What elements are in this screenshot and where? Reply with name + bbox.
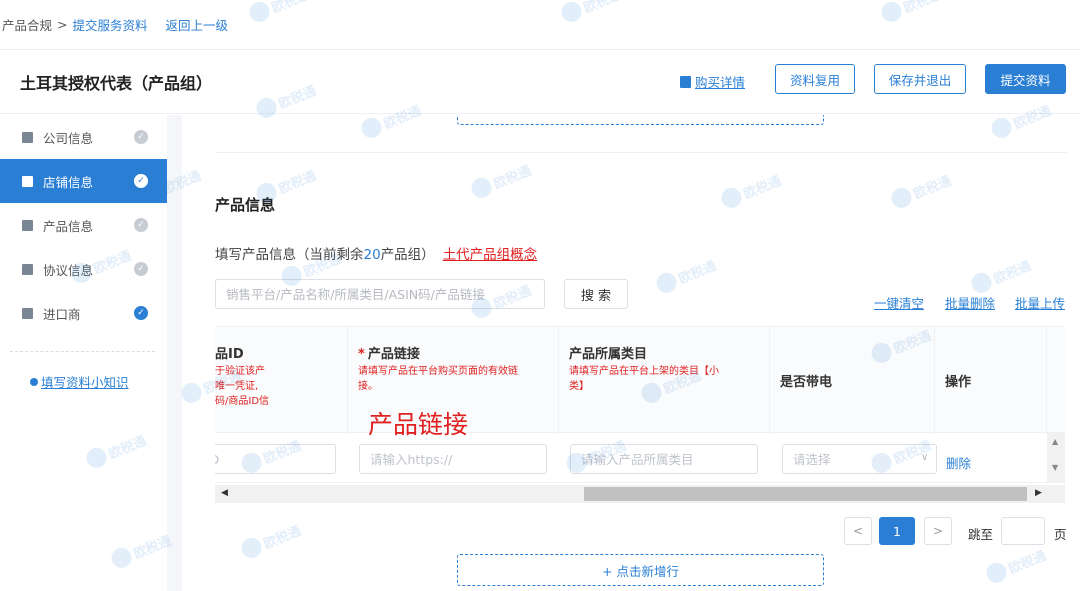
batch-delete-link[interactable]: 批量删除 — [945, 293, 995, 312]
column-hint: 于验证该产 唯一凭证, 码/商品ID信 — [215, 366, 270, 407]
column-title: 是否带电 — [780, 375, 833, 390]
column-title: 品ID — [215, 347, 244, 362]
receipt-icon — [680, 75, 691, 88]
column-hint: 请填写产品在平台购买页面的有效链 接。 — [358, 366, 518, 392]
column-title: 产品所属类目 — [569, 347, 648, 362]
table-row: ∨ 删除 — [215, 433, 1065, 483]
sidebar-item-label: 产品信息 — [43, 218, 94, 234]
column-header-electric: 是否带电 — [770, 327, 935, 434]
sidebar-item-agreement[interactable]: 协议信息 ✓ — [0, 247, 167, 291]
column-header-id: 品ID 于验证该产 唯一凭证, 码/商品ID信 — [215, 327, 348, 434]
search-input[interactable] — [215, 279, 545, 309]
add-row-button-above[interactable] — [457, 115, 824, 125]
breadcrumb: 产品合规 > 提交服务资料 返回上一级 — [0, 0, 1080, 50]
page-unit-label: 页 — [1054, 527, 1067, 542]
sidebar-item-company[interactable]: 公司信息 ✓ — [0, 115, 167, 159]
scrollbar-thumb[interactable] — [584, 487, 1027, 501]
product-group-concept-link[interactable]: 土代产品组概念 — [443, 247, 538, 263]
jump-label: 跳至 — [968, 527, 994, 542]
product-id-input[interactable] — [215, 444, 336, 474]
breadcrumb-home[interactable]: 产品合规 — [2, 15, 52, 34]
section-title: 产品信息 — [215, 196, 276, 214]
check-icon: ✓ — [134, 218, 148, 232]
scroll-down-icon[interactable]: ▼ — [1052, 463, 1058, 472]
document-icon — [22, 263, 33, 275]
sidebar-item-importer[interactable]: 进口商 ✓ — [0, 291, 167, 335]
batch-upload-link[interactable]: 批量上传 — [1015, 293, 1065, 312]
box-icon — [22, 219, 33, 231]
desc-prefix: 填写产品信息（当前剩余 — [215, 247, 364, 263]
sidebar: 公司信息 ✓ 店铺信息 ✓ 产品信息 ✓ 协议信息 ✓ 进口商 ✓ 填写资料小知… — [0, 115, 167, 591]
sidebar-divider — [10, 351, 155, 352]
clear-all-link[interactable]: 一键清空 — [874, 293, 924, 312]
sidebar-scroll-track[interactable] — [167, 115, 182, 591]
submit-button[interactable]: 提交资料 — [985, 64, 1066, 94]
breadcrumb-separator: > — [57, 17, 68, 32]
check-icon: ✓ — [134, 130, 148, 144]
shop-icon — [22, 175, 33, 187]
scroll-left-icon[interactable]: ◀ — [221, 488, 228, 498]
sidebar-item-label: 店铺信息 — [43, 174, 94, 190]
desc-suffix: 产品组） — [380, 247, 435, 263]
back-link[interactable]: 返回上一级 — [166, 15, 229, 34]
next-page-button[interactable]: > — [924, 517, 952, 545]
scroll-up-icon[interactable]: ▲ — [1052, 437, 1058, 446]
check-icon: ✓ — [134, 262, 148, 276]
section-divider — [215, 152, 1067, 153]
column-header-category: 产品所属类目 请填写产品在平台上架的类目【小 类】 — [559, 327, 770, 434]
product-link-input[interactable] — [359, 444, 547, 474]
add-row-button[interactable]: + 点击新增行 — [457, 554, 824, 586]
page-header: 土耳其授权代表（产品组） 购买详情 资料复用 保存并退出 提交资料 — [0, 50, 1080, 114]
remaining-count: 20 — [363, 247, 381, 263]
vertical-scrollbar[interactable]: ▲ ▼ — [1047, 433, 1065, 483]
product-table: 品ID 于验证该产 唯一凭证, 码/商品ID信 * 产品链接 请填写产品在平台购买… — [215, 326, 1065, 505]
table-header: 品ID 于验证该产 唯一凭证, 码/商品ID信 * 产品链接 请填写产品在平台购买… — [215, 326, 1065, 439]
reuse-data-button[interactable]: 资料复用 — [775, 64, 855, 94]
search-button[interactable]: 搜 索 — [564, 279, 628, 309]
check-icon: ✓ — [134, 174, 148, 188]
product-category-input[interactable] — [570, 444, 758, 474]
required-marker: * — [358, 347, 365, 362]
buy-details-link[interactable]: 购买详情 — [680, 72, 745, 91]
knowledge-tip-link[interactable]: 填写资料小知识 — [30, 372, 129, 391]
breadcrumb-current[interactable]: 提交服务资料 — [73, 15, 148, 34]
sidebar-item-shop[interactable]: 店铺信息 ✓ — [0, 159, 167, 203]
scroll-right-icon[interactable]: ▶ — [1035, 488, 1042, 498]
page-title: 土耳其授权代表（产品组） — [20, 74, 213, 93]
current-page-button[interactable]: 1 — [879, 517, 915, 545]
sidebar-item-label: 协议信息 — [43, 262, 94, 278]
sidebar-item-label: 进口商 — [43, 306, 81, 322]
electric-select[interactable] — [782, 444, 937, 474]
horizontal-scrollbar[interactable]: ◀ ▶ — [215, 485, 1065, 503]
jump-page-input[interactable] — [1001, 517, 1045, 545]
sidebar-item-label: 公司信息 — [43, 130, 94, 146]
importer-icon — [22, 307, 33, 319]
delete-row-link[interactable]: 删除 — [946, 453, 971, 472]
column-hint: 请填写产品在平台上架的类目【小 类】 — [569, 366, 719, 392]
sidebar-item-product[interactable]: 产品信息 ✓ — [0, 203, 167, 247]
building-icon — [22, 131, 33, 143]
location-pin-icon — [30, 377, 38, 386]
column-header-action: 操作 — [935, 327, 1047, 434]
main-content: 产品信息 填写产品信息（当前剩余20产品组） 土代产品组概念 搜 索 一键清空 批… — [182, 115, 1080, 591]
buy-details-label: 购买详情 — [695, 75, 746, 90]
save-exit-button[interactable]: 保存并退出 — [874, 64, 966, 94]
column-title-text: 产品链接 — [367, 347, 420, 362]
column-title: 操作 — [945, 375, 972, 390]
product-description: 填写产品信息（当前剩余20产品组） 土代产品组概念 — [215, 243, 537, 263]
column-title: * 产品链接 — [358, 343, 558, 362]
knowledge-tip-label: 填写资料小知识 — [41, 375, 129, 390]
prev-page-button[interactable]: < — [844, 517, 872, 545]
chevron-down-icon: ∨ — [921, 452, 929, 463]
check-icon: ✓ — [134, 306, 148, 320]
